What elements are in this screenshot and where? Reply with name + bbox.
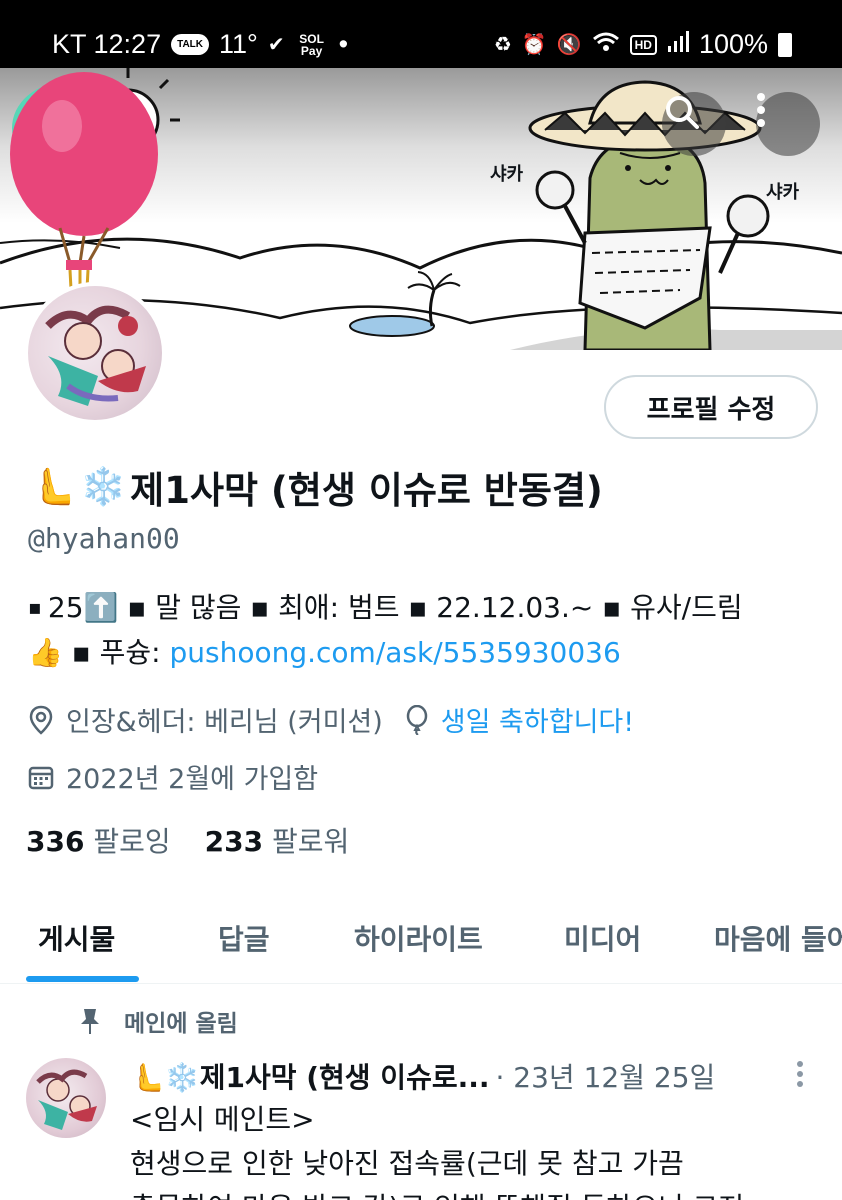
post-author-name[interactable]: 🫷❄️제1사막 (현생 이슈로... [130,1056,490,1096]
edit-profile-button[interactable]: 프로필 수정 [604,375,818,439]
sound-effect-left: 샤카 [490,164,524,185]
tab-media[interactable]: 미디어 [564,918,641,958]
battery-icon [778,32,792,57]
location-icon [29,705,53,735]
bio-line-1-text: 25⬆️ ▪ 말 많음 ▪ 최애: 범트 ▪ 22.12.03.~ ▪ 유사/드… [47,591,743,624]
status-bar-left: KT 12:27 TALK 11° ✔ SOL Pay • [52,29,348,60]
carrier-time: KT 12:27 [52,29,162,59]
check-circle-icon: ✔ [267,34,285,56]
followers-count: 233 [204,825,264,858]
more-options-button[interactable] [756,92,820,156]
tab-likes[interactable]: 마음에 들어 [714,918,842,958]
profile-joined-date: 2022년 2월에 가입함 [66,764,319,795]
temperature: 11° [219,29,258,59]
kakaotalk-icon: TALK [171,34,210,55]
hand-emoji: 🫷 [30,465,77,508]
avatar-illustration [45,305,146,406]
more-vertical-icon [757,93,765,127]
search-icon [666,96,699,129]
sound-effect-right: 샤카 [766,182,800,203]
followers-label: 팔로워 [272,825,350,858]
tab-replies[interactable]: 답글 [218,918,270,958]
status-bar-right: ♻ ⏰ 🔇 HD 100% [494,29,792,60]
post-line: <임시 메인트> [130,1103,315,1136]
profile-joined-row: 2022년 2월에 가입함 [28,757,318,796]
more-vertical-icon [797,1061,803,1087]
recycle-icon: ♻ [493,34,512,56]
bio-line-1: ▪ 25⬆️ ▪ 말 많음 ▪ 최애: 범트 ▪ 22.12.03.~ ▪ 유사… [28,585,818,630]
following-label: 팔로잉 [93,825,171,858]
following-stat[interactable]: 336 팔로잉 [26,820,171,860]
tab-posts[interactable]: 게시물 [38,918,115,958]
tab-highlights[interactable]: 하이라이트 [354,918,483,958]
post-more-button[interactable] [796,1060,804,1088]
bio-bullet: ▪ [28,595,48,619]
follow-stats: 336 팔로잉 233 팔로워 [26,820,349,860]
pin-icon [81,1009,99,1034]
signal-icon [667,30,689,59]
post-author-avatar[interactable] [26,1058,106,1138]
post-line: 출몰하여 마음 받고 감)로 인해 뜸해질 듯하오니 그저 [130,1186,830,1200]
post-text: <임시 메인트> 현생으로 인한 낮아진 접속률(근데 못 참고 가끔 출몰하여… [130,1098,830,1200]
profile-name-text: 제1사막 (현생 이슈로 반동결) [130,469,603,512]
status-bar: KT 12:27 TALK 11° ✔ SOL Pay • ♻ ⏰ 🔇 HD 1… [0,0,842,68]
balloon-icon [406,704,428,735]
pinned-indicator: 메인에 올림 [78,1004,238,1038]
mute-icon: 🔇 [556,34,582,56]
alarm-icon: ⏰ [521,34,547,56]
followers-stat[interactable]: 233 팔로워 [205,820,350,860]
bio-line-2: 👍 ▪ 푸슝: pushoong.com/ask/5535930036 [28,630,818,675]
notification-dot: • [338,29,349,59]
pushoong-link[interactable]: pushoong.com/ask/5535930036 [170,636,621,669]
sol-pay-icon: SOL Pay [299,31,324,58]
snowflake-emoji: ❄️ [80,465,127,508]
calendar-icon [28,766,54,789]
battery-percent: 100% [698,29,768,59]
post-avatar-illustration [36,1069,97,1130]
birthday-link[interactable]: 생일 축하합니다! [441,700,634,739]
profile-name: 🫷 ❄️ 제1사막 (현생 이슈로 반동결) [30,460,603,514]
wifi-icon [592,31,620,59]
profile-meta-row: 인장&헤더: 베리님 (커미션) 생일 축하합니다! [28,700,634,739]
active-tab-indicator [26,976,139,982]
profile-handle: @hyahan00 [28,522,180,555]
bio-line-2-prefix: 👍 ▪ 푸슝: [28,636,170,669]
post-date[interactable]: · 23년 12월 25일 [496,1056,716,1096]
search-button[interactable] [662,92,726,156]
profile-bio: ▪ 25⬆️ ▪ 말 많음 ▪ 최애: 범트 ▪ 22.12.03.~ ▪ 유사… [28,585,818,675]
post-header: 🫷❄️제1사막 (현생 이슈로... · 23년 12월 25일 [130,1056,715,1096]
hd-icon: HD [629,34,657,55]
following-count: 336 [26,825,85,858]
profile-location: 인장&헤더: 베리님 (커미션) [66,707,383,738]
profile-avatar[interactable] [24,282,166,424]
pinned-label: 메인에 올림 [124,1011,238,1037]
post-line: 현생으로 인한 낮아진 접속률(근데 못 참고 가끔 [130,1147,684,1180]
profile-tabs: 게시물 답글 하이라이트 미디어 마음에 들어 [0,900,842,984]
